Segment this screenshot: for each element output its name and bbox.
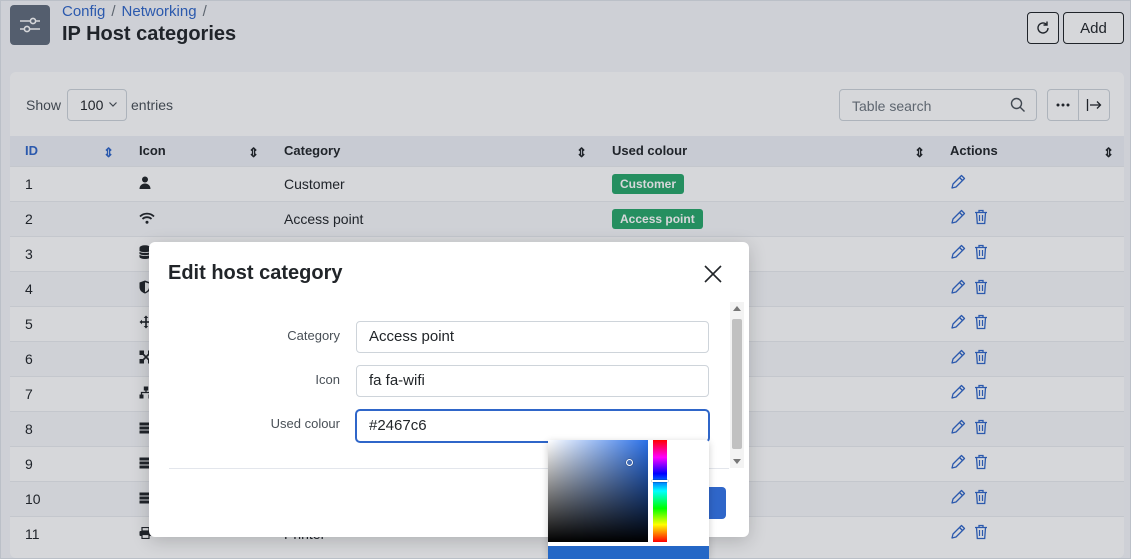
color-picker-popover (548, 440, 709, 559)
modal-scrollbar[interactable] (730, 302, 744, 468)
modal-title: Edit host category (168, 262, 343, 284)
hue-slider[interactable] (653, 440, 667, 542)
used-colour-label: Used colour (270, 416, 340, 431)
saturation-handle[interactable] (626, 459, 633, 466)
icon-field[interactable]: fa fa-wifi (356, 365, 709, 397)
saturation-picker[interactable] (548, 440, 648, 542)
category-field[interactable]: Access point (356, 321, 709, 353)
scrollbar-thumb[interactable] (732, 319, 742, 449)
used-colour-field[interactable]: #2467c6 (356, 410, 709, 442)
category-label: Category (287, 328, 340, 343)
scroll-up-icon[interactable] (733, 305, 741, 311)
hue-handle[interactable] (652, 480, 668, 482)
close-icon[interactable] (703, 264, 723, 284)
scroll-down-icon[interactable] (733, 459, 741, 465)
color-preview (548, 546, 709, 559)
icon-label: Icon (315, 372, 340, 387)
